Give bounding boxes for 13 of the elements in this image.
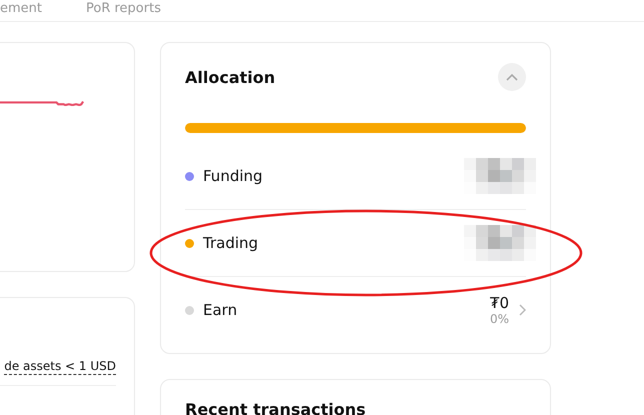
wallet-percent: 0% (490, 312, 509, 326)
collapse-button[interactable] (498, 63, 526, 91)
wallet-name: Earn (203, 301, 238, 319)
tab[interactable]: ement (0, 1, 42, 21)
wallet-amount: ₮0 (490, 294, 509, 312)
wallet-name: Trading (203, 234, 260, 252)
chevron-up-icon (506, 73, 518, 81)
wallet-name: Funding (203, 167, 264, 185)
allocation-title: Allocation (185, 68, 276, 86)
chevron-right-icon[interactable] (519, 304, 526, 316)
recent-title: Recent transactions (185, 400, 366, 415)
tab[interactable]: PoR reports (86, 1, 161, 21)
hide-small-assets-link[interactable]: de assets < 1 USD (4, 358, 116, 375)
